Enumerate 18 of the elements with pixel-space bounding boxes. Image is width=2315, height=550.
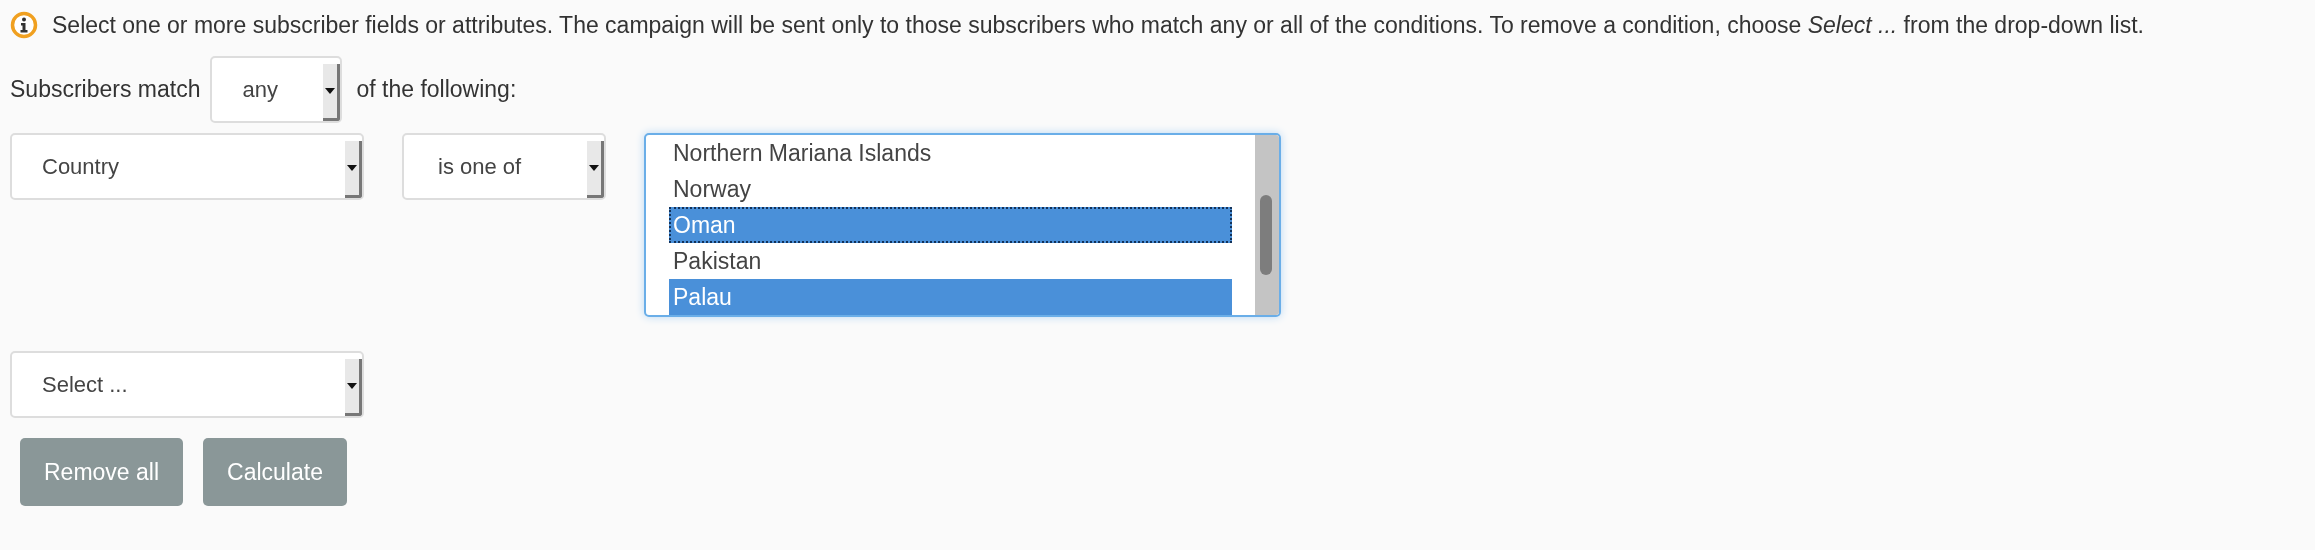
- scrollbar[interactable]: [1255, 135, 1279, 315]
- info-icon: [10, 11, 38, 39]
- field-dropdown[interactable]: Select ...: [10, 351, 364, 418]
- list-option[interactable]: Northern Mariana Islands: [669, 135, 1232, 171]
- list-option[interactable]: Pakistan: [669, 243, 1232, 279]
- match-dropdown[interactable]: any: [210, 56, 343, 123]
- caret-icon: [587, 141, 604, 198]
- operator-dropdown[interactable]: is one of: [402, 133, 606, 200]
- scrollbar-thumb[interactable]: [1260, 195, 1272, 275]
- info-message: Select one or more subscriber fields or attributes. The campaign will be sent only to those subscribers who match any or all of the conditions. To remove a condition, choose Select ... from the drop-down list.: [52, 12, 2144, 38]
- caret-icon: [345, 141, 362, 198]
- match-label-suffix: of the following:: [356, 76, 517, 103]
- field-dropdown[interactable]: Country: [10, 133, 364, 200]
- caret-icon: [323, 64, 341, 121]
- list-option[interactable]: Norway: [669, 171, 1232, 207]
- values-listbox[interactable]: Northern Mariana Islands Norway Oman Pakistan Palau: [644, 133, 1281, 317]
- caret-icon: [345, 359, 362, 416]
- match-label: Subscribers match: [10, 76, 201, 103]
